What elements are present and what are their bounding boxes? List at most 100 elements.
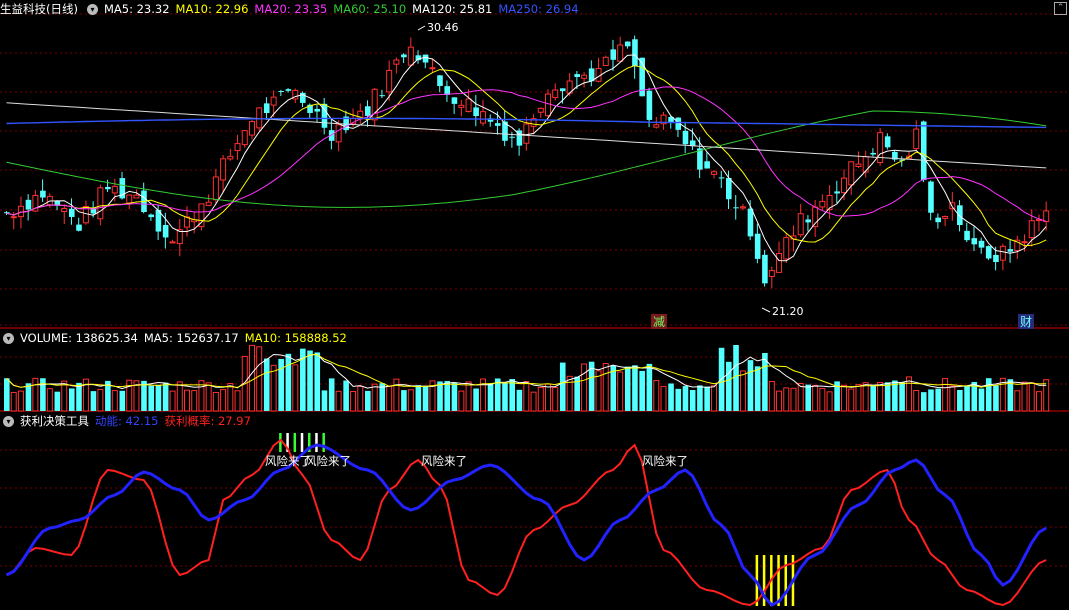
volume-bar-up: [393, 378, 400, 412]
volume-bar-up: [97, 388, 104, 412]
candle-down: [365, 106, 371, 116]
candle-down: [509, 136, 515, 138]
volume-bar-down: [624, 366, 631, 411]
indicator-probability: 获利概率: 27.97: [164, 414, 251, 428]
candle-up: [198, 203, 205, 228]
volume-bar-up: [191, 390, 198, 412]
volume-bar-up: [335, 390, 342, 412]
volume-bar-up: [1021, 381, 1028, 412]
candle-down: [1007, 249, 1014, 252]
candle-up: [1043, 210, 1050, 223]
candle-down: [985, 246, 992, 259]
candle-up: [227, 155, 234, 160]
candle-up: [97, 187, 104, 220]
volume-bar-up: [220, 389, 227, 412]
volume-bar-up: [826, 391, 833, 412]
candle-down: [162, 225, 169, 238]
candle-up: [768, 270, 775, 277]
expand-icon[interactable]: ⌃: [1054, 2, 1067, 15]
candle-up: [220, 158, 227, 181]
candle-down: [718, 177, 725, 179]
volume-bar-up: [212, 391, 219, 412]
volume-bar-down: [444, 380, 451, 411]
candle-up: [61, 208, 68, 213]
candle-up: [913, 128, 920, 150]
volume-bar-down: [307, 350, 313, 411]
volume-bar-down: [90, 391, 97, 411]
chevron-down-icon[interactable]: ▾: [3, 333, 14, 344]
low-marker: [761, 307, 771, 313]
volume-bar-down: [148, 385, 154, 411]
candle-down: [762, 254, 768, 284]
candle-up: [855, 163, 862, 167]
volume-bar-up: [270, 364, 277, 412]
volume-bar-down: [675, 388, 682, 411]
candle-down: [632, 39, 638, 67]
candle-up: [407, 46, 414, 66]
candle-up: [393, 59, 400, 65]
volume-bar-down: [559, 362, 566, 411]
candle-down: [805, 219, 812, 223]
chevron-down-icon[interactable]: ▾: [3, 416, 14, 427]
chart-canvas: 风险来了风险来了 风险来了 风险来了 30.4621.20减财: [0, 13, 1069, 607]
candle-up: [458, 104, 465, 108]
ma10-line: [6, 65, 1047, 247]
candle-up: [739, 206, 746, 209]
candle-up: [126, 194, 133, 204]
candle-down: [76, 224, 82, 231]
risk-label: 风险来了: [305, 454, 351, 468]
volume-bar-down: [321, 390, 328, 411]
volume-bar-up: [169, 390, 176, 412]
volume-bar-up: [790, 387, 797, 412]
ma5-label: MA5: 23.32: [103, 2, 170, 16]
volume-bar-down: [54, 391, 61, 411]
volume-bar-up: [913, 389, 920, 412]
volume-ma5: MA5: 152637.17: [143, 331, 239, 345]
volume-bar-up: [566, 375, 573, 412]
high-label: 30.46: [427, 21, 459, 34]
volume-bar-down: [422, 386, 429, 411]
candle-up: [335, 124, 342, 143]
volume-bar-up: [1043, 379, 1050, 412]
volume-bar-up: [10, 391, 17, 412]
volume-bar-up: [465, 381, 472, 412]
volume-bar-up: [819, 387, 826, 412]
volume-bar-up: [653, 380, 660, 412]
candle-up: [819, 200, 826, 208]
candle-down: [559, 88, 566, 92]
volume-bar-up: [797, 383, 804, 412]
candle-down: [870, 152, 876, 155]
candle-down: [978, 240, 985, 248]
volume-bar-down: [437, 381, 443, 411]
chevron-down-icon[interactable]: ▾: [86, 4, 98, 15]
volume-bar-up: [256, 346, 263, 412]
probability-line: [5, 438, 1047, 607]
candle-down: [834, 191, 840, 194]
volume-bar-up: [545, 383, 551, 412]
candle-down: [401, 54, 407, 58]
candle-up: [386, 69, 393, 93]
volume-bar-up: [530, 391, 537, 412]
volume-bar-up: [1028, 382, 1035, 412]
candle-down: [884, 136, 891, 148]
candle-up: [776, 252, 783, 273]
volume-bar-down: [704, 386, 710, 411]
candle-down: [451, 97, 458, 104]
event-label: 财: [1020, 315, 1032, 329]
volume-bar-up: [768, 381, 775, 412]
volume-bar-down: [451, 382, 458, 411]
candle-down: [25, 199, 32, 210]
candle-up: [581, 74, 588, 79]
volume-bar-up: [407, 389, 414, 412]
volume-bar-down: [68, 388, 75, 411]
volume-bar-down: [263, 358, 270, 411]
volume-bar-down: [899, 382, 905, 411]
candle-down: [682, 130, 689, 145]
candle-down: [574, 74, 580, 77]
volume-bar-down: [365, 390, 371, 411]
volume-bar-up: [602, 363, 609, 412]
volume-bar-up: [292, 364, 299, 412]
candle-up: [169, 241, 176, 244]
volume-bar-up: [906, 376, 912, 412]
candle-down: [920, 121, 927, 181]
